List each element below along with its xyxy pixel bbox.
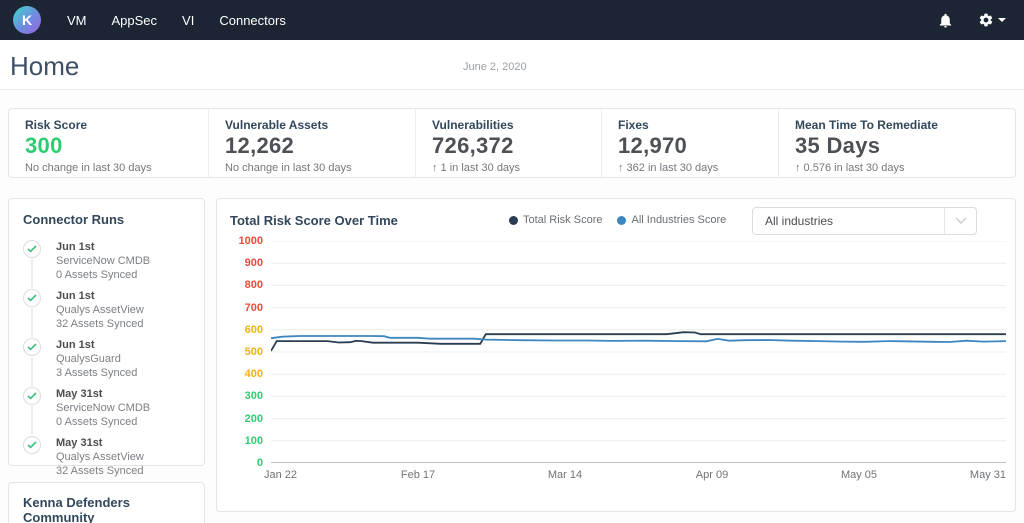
run-assets-synced: 32 Assets Synced: [56, 464, 190, 478]
x-axis-label-may-31: May 31: [970, 469, 1006, 481]
nav-menu: VM AppSec VI Connectors: [67, 13, 286, 28]
run-connector-name: QualysGuard: [56, 352, 190, 366]
settings-gear-icon[interactable]: [978, 12, 1006, 28]
y-axis-label-800: 800: [221, 279, 263, 291]
run-date: Jun 1st: [56, 240, 190, 254]
legend-item-all-industries-score[interactable]: All Industries Score: [617, 214, 726, 226]
stat-risk-score: Risk Score300 No change in last 30 days: [9, 109, 208, 177]
y-axis-label-300: 300: [221, 390, 263, 402]
chart-title: Total Risk Score Over Time: [230, 213, 398, 228]
stat-fixes: Fixes12,970 ↑ 362 in last 30 days: [601, 109, 778, 177]
legend-item-total-risk-score[interactable]: Total Risk Score: [509, 214, 602, 226]
run-assets-synced: 3 Assets Synced: [56, 366, 190, 380]
stat-value: 726,372: [432, 133, 601, 159]
x-axis-label-feb-17: Feb 17: [401, 469, 435, 481]
run-date: Jun 1st: [56, 338, 190, 352]
legend-label: Total Risk Score: [523, 214, 602, 226]
x-axis-label-may-05: May 05: [841, 469, 877, 481]
y-axis-label-600: 600: [221, 324, 263, 336]
y-axis-label-1000: 1000: [221, 235, 263, 247]
run-connector-name: ServiceNow CMDB: [56, 401, 190, 415]
stat-value: 300: [25, 133, 208, 159]
settings-caret-icon: [998, 18, 1006, 22]
run-assets-synced: 0 Assets Synced: [56, 268, 190, 282]
stat-value: 35 Days: [795, 133, 1016, 159]
stat-label: Vulnerable Assets: [225, 118, 415, 132]
nav-item-vi[interactable]: VI: [182, 13, 194, 28]
stat-vulnerable-assets: Vulnerable Assets12,262 No change in last…: [208, 109, 415, 177]
connector-run-item: Jun 1stServiceNow CMDB0 Assets Synced: [23, 240, 190, 284]
stat-label: Fixes: [618, 118, 778, 132]
run-connector-name: Qualys AssetView: [56, 450, 190, 464]
connector-runs-list: Jun 1stServiceNow CMDB0 Assets SyncedJun…: [23, 240, 190, 480]
run-date: Jun 1st: [56, 289, 190, 303]
top-navbar: K VM AppSec VI Connectors: [0, 0, 1024, 40]
risk-score-chart-card: Total Risk Score Over Time Total Risk Sc…: [216, 198, 1016, 512]
series-line-all-industries-score: [271, 336, 1006, 342]
connector-run-item: May 31stQualys AssetView32 Assets Synced: [23, 436, 190, 480]
run-connector-name: ServiceNow CMDB: [56, 254, 190, 268]
stat-label: Risk Score: [25, 118, 208, 132]
page-date: June 2, 2020: [463, 61, 527, 73]
x-axis-label-jan-22: Jan 22: [264, 469, 297, 481]
stat-change: ↑ 1 in last 30 days: [432, 162, 601, 174]
stat-change: ↑ 0.576 in last 30 days: [795, 162, 1016, 174]
industry-dropdown[interactable]: All industries: [752, 207, 977, 235]
run-assets-synced: 0 Assets Synced: [56, 415, 190, 429]
nav-item-connectors[interactable]: Connectors: [219, 13, 285, 28]
stat-change: No change in last 30 days: [225, 162, 415, 174]
page-header: Home June 2, 2020: [0, 40, 1024, 90]
y-axis-label-0: 0: [221, 457, 263, 469]
connector-run-item: May 31stServiceNow CMDB0 Assets Synced: [23, 387, 190, 431]
stat-value: 12,970: [618, 133, 778, 159]
check-icon: [23, 289, 41, 307]
community-title: Kenna Defenders Community: [23, 495, 190, 523]
y-axis-label-700: 700: [221, 302, 263, 314]
connector-runs-title: Connector Runs: [23, 212, 190, 227]
y-axis-label-200: 200: [221, 413, 263, 425]
connector-runs-card: Connector Runs Jun 1stServiceNow CMDB0 A…: [8, 198, 205, 466]
notifications-bell-icon[interactable]: [937, 12, 954, 29]
nav-item-vm[interactable]: VM: [67, 13, 87, 28]
stat-mean-time-to-remediate: Mean Time To Remediate35 Days ↑ 0.576 in …: [778, 109, 1016, 177]
industry-dropdown-value: All industries: [765, 214, 833, 228]
y-axis-label-500: 500: [221, 346, 263, 358]
run-connector-name: Qualys AssetView: [56, 303, 190, 317]
nav-item-appsec[interactable]: AppSec: [112, 13, 158, 28]
legend-dot-icon: [509, 216, 518, 225]
page-title: Home: [10, 51, 79, 82]
legend-dot-icon: [617, 216, 626, 225]
connector-run-item: Jun 1stQualys AssetView32 Assets Synced: [23, 289, 190, 333]
stat-value: 12,262: [225, 133, 415, 159]
connector-run-item: Jun 1stQualysGuard3 Assets Synced: [23, 338, 190, 382]
stat-change: ↑ 362 in last 30 days: [618, 162, 778, 174]
stat-vulnerabilities: Vulnerabilities726,372 ↑ 1 in last 30 day…: [415, 109, 601, 177]
y-axis-label-900: 900: [221, 257, 263, 269]
risk-score-chart: [271, 241, 1006, 463]
navbar-right: [937, 12, 1006, 29]
check-icon: [23, 338, 41, 356]
stats-summary-card: Risk Score300No change in last 30 daysVu…: [8, 108, 1016, 178]
check-icon: [23, 387, 41, 405]
kenna-logo[interactable]: K: [13, 6, 41, 34]
y-axis-label-100: 100: [221, 435, 263, 447]
x-axis-label-mar-14: Mar 14: [548, 469, 582, 481]
community-card: Kenna Defenders Community Become a Kenna…: [8, 482, 205, 523]
stat-label: Vulnerabilities: [432, 118, 601, 132]
y-axis-label-400: 400: [221, 368, 263, 380]
stat-label: Mean Time To Remediate: [795, 118, 1016, 132]
check-icon: [23, 240, 41, 258]
x-axis-label-apr-09: Apr 09: [696, 469, 728, 481]
stat-change: No change in last 30 days: [25, 162, 208, 174]
chevron-down-icon: [944, 208, 976, 234]
run-date: May 31st: [56, 387, 190, 401]
chart-legend: Total Risk Score All Industries Score: [509, 214, 726, 226]
run-assets-synced: 32 Assets Synced: [56, 317, 190, 331]
check-icon: [23, 436, 41, 454]
run-date: May 31st: [56, 436, 190, 450]
legend-label: All Industries Score: [631, 214, 726, 226]
